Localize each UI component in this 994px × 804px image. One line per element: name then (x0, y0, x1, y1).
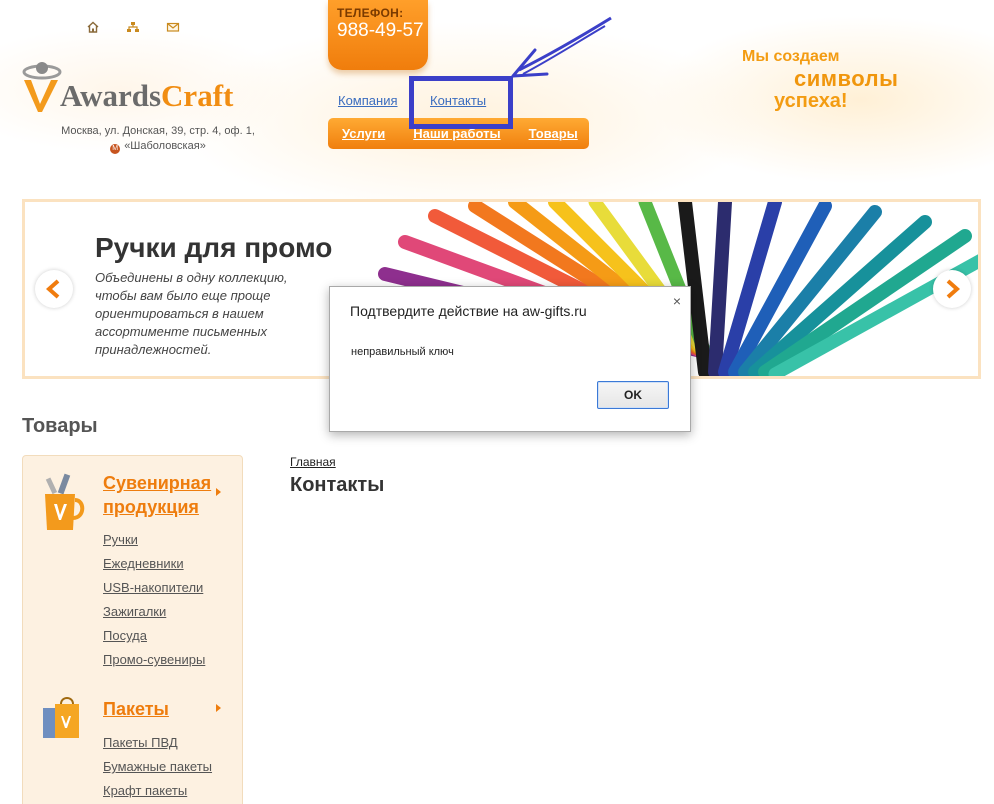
confirm-dialog: Подтвердите действие на aw-gifts.ru × не… (329, 286, 691, 432)
arrow-left-icon (45, 279, 60, 299)
sidebar-item-pvd-bags[interactable]: Пакеты ПВД (103, 731, 212, 755)
sidebar-item-usb[interactable]: USB-накопители (103, 576, 205, 600)
breadcrumb-home[interactable]: Главная (290, 455, 336, 469)
logo-emblem-icon (22, 62, 62, 112)
ok-button[interactable]: OK (597, 381, 669, 409)
address-block: Москва, ул. Донская, 39, стр. 4, оф. 1, … (40, 124, 276, 154)
dialog-message: неправильный ключ (351, 346, 454, 358)
slogan-line-2: символы (794, 66, 899, 91)
page-title: Контакты (290, 474, 385, 496)
link-company[interactable]: Компания (338, 93, 398, 108)
slogan-line-1: Мы создаем (742, 48, 840, 65)
phone-number: 988-49-57 (337, 20, 424, 41)
logo-awards-text: Awards (60, 78, 162, 113)
annotation-arrow-icon (511, 16, 612, 78)
metro-icon: M (110, 144, 121, 154)
category-souvenirs-line2: продукция (103, 497, 199, 517)
bags-list: Пакеты ПВД Бумажные пакеты Крафт пакеты (103, 731, 212, 803)
catalog-sidebar: Сувенирная продукция Ручки Ежедневники U… (22, 455, 243, 804)
slogan-line-3: успеха! (774, 90, 848, 112)
category-bags-link[interactable]: Пакеты (103, 697, 169, 721)
sidebar-item-kraft-bags[interactable]: Крафт пакеты (103, 779, 212, 803)
slogan: Мы создаем символы успеха! (742, 46, 942, 112)
slider-prev-button[interactable] (35, 270, 73, 308)
sitemap-icon[interactable] (126, 20, 140, 34)
bags-icon (43, 697, 79, 738)
logo-text: AwardsCraft (60, 78, 233, 114)
logo-craft-text: Craft (161, 78, 234, 113)
site-logo[interactable]: AwardsCraft (20, 58, 250, 118)
sidebar-item-paper-bags[interactable]: Бумажные пакеты (103, 755, 212, 779)
arrow-right-icon (946, 279, 961, 299)
mail-icon[interactable] (166, 20, 180, 34)
dialog-title: Подтвердите действие на aw-gifts.ru (350, 303, 587, 319)
caret-right-icon (216, 488, 221, 496)
category-souvenirs-link[interactable]: Сувенирная продукция (103, 471, 211, 519)
souvenirs-list: Ручки Ежедневники USB-накопители Зажигал… (103, 528, 205, 672)
metro-station: «Шаболовская» (124, 140, 206, 152)
menu-item-services[interactable]: Услуги (328, 118, 399, 149)
home-icon[interactable] (86, 20, 100, 34)
annotation-highlight-box (409, 76, 513, 129)
slider-next-button[interactable] (933, 270, 971, 308)
phone-tab: ТЕЛЕФОН: 988-49-57 (328, 0, 428, 70)
sidebar-item-diaries[interactable]: Ежедневники (103, 552, 205, 576)
close-icon[interactable]: × (673, 293, 681, 309)
metro-line: M «Шаболовская» (40, 139, 276, 154)
top-icon-bar (86, 20, 180, 34)
caret-right-icon (216, 704, 221, 712)
sidebar-item-dishes[interactable]: Посуда (103, 624, 205, 648)
phone-label: ТЕЛЕФОН: (337, 6, 404, 20)
menu-item-products[interactable]: Товары (515, 118, 592, 149)
category-souvenirs-line1: Сувенирная (103, 473, 212, 493)
slide-title: Ручки для промо (95, 232, 333, 263)
address-line: Москва, ул. Донская, 39, стр. 4, оф. 1, (61, 125, 255, 137)
section-title: Товары (22, 415, 98, 437)
souvenir-cup-icon (45, 473, 85, 530)
sidebar-item-promo[interactable]: Промо-сувениры (103, 648, 205, 672)
sidebar-item-pens[interactable]: Ручки (103, 528, 205, 552)
sidebar-item-lighters[interactable]: Зажигалки (103, 600, 205, 624)
slide-description: Объединены в одну коллекцию, чтобы вам б… (95, 270, 288, 357)
